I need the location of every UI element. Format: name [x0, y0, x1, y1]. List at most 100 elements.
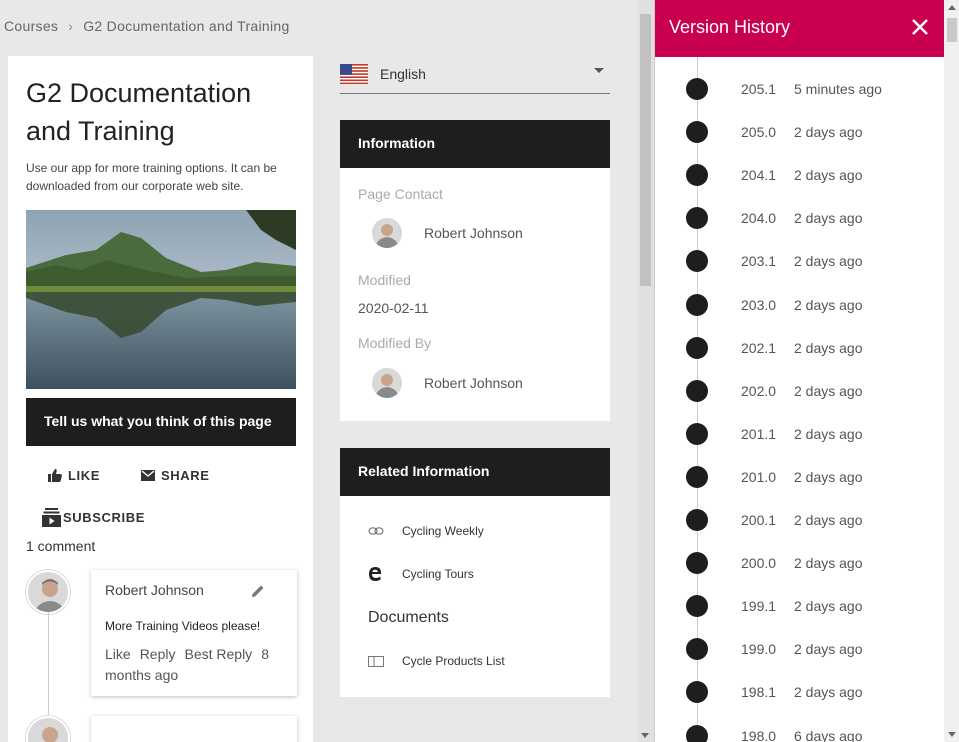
document-icon — [368, 655, 384, 667]
scroll-up-arrow-icon[interactable] — [948, 5, 956, 10]
version-time: 2 days ago — [794, 598, 863, 615]
version-history-panel: Version History 205.1 5 minutes ago 205.0 2… — [654, 0, 959, 742]
version-entry[interactable]: 198.1 2 days ago — [655, 671, 944, 714]
version-entry[interactable]: 204.1 2 days ago — [655, 154, 944, 197]
avatar[interactable] — [26, 570, 70, 614]
version-entry[interactable]: 202.1 2 days ago — [655, 327, 944, 370]
subscribe-button[interactable]: SUBSCRIBE — [42, 508, 145, 527]
reply-input-card[interactable] — [91, 716, 297, 742]
related-link-cycling-weekly[interactable]: Cycling Weekly — [368, 524, 484, 538]
comment-author[interactable]: Robert Johnson — [105, 582, 204, 598]
document-cycle-products-list[interactable]: Cycle Products List — [368, 654, 505, 668]
version-entry[interactable]: 203.0 2 days ago — [655, 284, 944, 327]
breadcrumb-courses-link[interactable]: Courses — [4, 18, 58, 34]
information-header: Information — [340, 120, 610, 168]
timeline-dot — [686, 207, 708, 230]
close-icon[interactable] — [910, 17, 930, 37]
version-number: 198.0 — [741, 727, 777, 742]
version-time: 2 days ago — [794, 641, 863, 658]
share-button[interactable]: SHARE — [141, 468, 210, 483]
version-time: 2 days ago — [794, 512, 863, 528]
scroll-down-arrow-icon[interactable] — [948, 732, 956, 737]
timeline-dot — [686, 121, 708, 144]
version-number: 199.1 — [741, 598, 777, 615]
timeline-dot — [686, 509, 708, 531]
version-number: 201.1 — [741, 425, 777, 442]
version-entry[interactable]: 203.1 2 days ago — [655, 240, 944, 283]
page-content-card: G2 Documentation and Training Use our ap… — [8, 56, 313, 742]
version-number: 202.1 — [741, 339, 777, 356]
pencil-icon[interactable] — [251, 584, 265, 598]
version-number: 205.0 — [741, 124, 777, 141]
timeline-dot — [686, 336, 708, 359]
version-number: 200.1 — [741, 512, 777, 528]
breadcrumb-current: G2 Documentation and Training — [83, 18, 290, 34]
version-time: 2 days ago — [794, 210, 863, 227]
version-entry[interactable]: 201.1 2 days ago — [655, 413, 944, 456]
version-time: 2 days ago — [794, 253, 863, 270]
modified-label: Modified — [358, 272, 411, 288]
like-button[interactable]: LIKE — [48, 468, 100, 483]
related-link-label: Cycling Tours — [402, 567, 474, 581]
main-scrollbar[interactable] — [638, 0, 654, 742]
timeline-dot — [686, 638, 708, 661]
modified-value: 2020-02-11 — [358, 300, 429, 316]
comment-like-link[interactable]: Like — [105, 646, 131, 662]
version-entry[interactable]: 198.0 6 days ago — [655, 715, 944, 742]
caret-down-icon — [594, 68, 604, 73]
version-time: 5 minutes ago — [794, 81, 882, 97]
version-time: 6 days ago — [794, 727, 863, 742]
version-time: 2 days ago — [794, 468, 863, 485]
timeline-dot — [686, 465, 708, 488]
scrollbar-thumb[interactable] — [947, 18, 957, 42]
version-number: 204.0 — [741, 210, 777, 227]
version-time: 2 days ago — [794, 167, 863, 184]
language-select[interactable]: English — [340, 60, 610, 94]
version-number: 201.0 — [741, 468, 777, 485]
version-history-title: Version History — [669, 17, 791, 37]
related-link-cycling-tours[interactable]: Cycling Tours — [368, 567, 474, 581]
version-entry[interactable]: 200.0 2 days ago — [655, 542, 944, 585]
comment-reply-link[interactable]: Reply — [140, 646, 176, 662]
version-history-header: Version History — [655, 0, 944, 57]
avatar[interactable] — [26, 716, 70, 742]
subscriptions-icon — [42, 508, 61, 527]
scrollbar-thumb[interactable] — [640, 14, 651, 286]
timeline-dot — [686, 552, 708, 575]
feedback-button[interactable]: Tell us what you think of this page — [26, 398, 296, 446]
edge-browser-icon — [369, 567, 381, 581]
modified-by-label: Modified By — [358, 335, 432, 351]
version-number: 205.1 — [741, 81, 777, 97]
timeline-dot — [686, 595, 708, 618]
version-number: 200.0 — [741, 555, 777, 572]
scroll-down-arrow-icon[interactable] — [641, 733, 649, 738]
version-time: 2 days ago — [794, 684, 863, 701]
share-label: SHARE — [161, 468, 210, 483]
version-entry[interactable]: 204.0 2 days ago — [655, 197, 944, 240]
modified-by-person[interactable]: Robert Johnson — [372, 368, 523, 398]
page-contact-name: Robert Johnson — [424, 225, 523, 241]
page-contact-label: Page Contact — [358, 186, 443, 202]
version-entry[interactable]: 199.0 2 days ago — [655, 628, 944, 671]
subscribe-label: SUBSCRIBE — [63, 510, 145, 525]
version-entry[interactable]: 199.1 2 days ago — [655, 585, 944, 628]
page-contact-person[interactable]: Robert Johnson — [372, 218, 523, 248]
breadcrumb: Courses › G2 Documentation and Training — [4, 18, 290, 34]
information-panel: Information Page Contact Robert Johnson … — [340, 120, 610, 421]
version-entry[interactable]: 205.0 2 days ago — [655, 111, 944, 154]
timeline-dot — [686, 293, 708, 316]
version-number: 203.1 — [741, 253, 777, 270]
version-number: 204.1 — [741, 167, 777, 184]
version-entry[interactable]: 202.0 2 days ago — [655, 370, 944, 413]
comment-text: More Training Videos please! — [105, 619, 261, 633]
version-history-scrollbar[interactable] — [944, 0, 959, 742]
page-description: Use our app for more training options. I… — [26, 161, 277, 193]
version-entry[interactable]: 200.1 2 days ago — [655, 499, 944, 542]
language-label: English — [380, 66, 426, 82]
comment-best-reply-link[interactable]: Best Reply — [184, 646, 252, 662]
us-flag-icon — [340, 64, 368, 84]
related-information-header: Related Information — [340, 448, 610, 496]
version-time: 2 days ago — [794, 124, 863, 141]
version-entry[interactable]: 205.1 5 minutes ago — [655, 68, 944, 111]
version-entry[interactable]: 201.0 2 days ago — [655, 456, 944, 499]
